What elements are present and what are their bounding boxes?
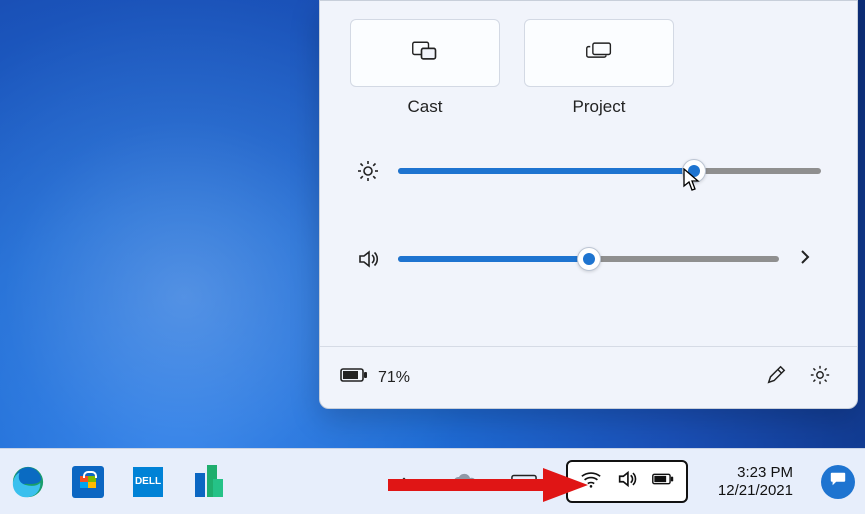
- brightness-slider[interactable]: [398, 168, 821, 174]
- brightness-thumb[interactable]: [682, 159, 706, 183]
- chat-icon: [829, 470, 847, 493]
- project-label: Project: [573, 97, 626, 117]
- clock[interactable]: 3:23 PM 12/21/2021: [718, 464, 793, 500]
- supportassist-taskbar-icon[interactable]: [190, 464, 226, 500]
- desktop: Cast Project 70: [0, 0, 865, 514]
- tray-chevron-up[interactable]: [386, 464, 422, 500]
- cast-button[interactable]: [350, 19, 500, 87]
- brightness-icon: [356, 159, 380, 183]
- system-tray-highlighted[interactable]: [566, 460, 688, 503]
- volume-thumb[interactable]: [577, 247, 601, 271]
- sound-tray-icon[interactable]: [616, 468, 638, 495]
- volume-slider-row: [356, 241, 821, 277]
- battery-icon: [340, 366, 368, 389]
- pencil-icon: [765, 364, 787, 391]
- cast-label: Cast: [408, 97, 443, 117]
- microsoft-store-taskbar-icon[interactable]: [70, 464, 106, 500]
- volume-slider[interactable]: [398, 256, 779, 262]
- edge-taskbar-icon[interactable]: [10, 464, 46, 500]
- onedrive-tray-icon[interactable]: [446, 464, 482, 500]
- quick-actions-row: Cast Project: [320, 1, 857, 117]
- project-icon: [585, 39, 613, 68]
- taskbar: DELL: [0, 448, 865, 514]
- sliders-area: [320, 117, 857, 307]
- cast-icon: [411, 39, 439, 68]
- brightness-slider-row: [356, 153, 821, 189]
- keyboard-tray-icon[interactable]: [506, 464, 542, 500]
- time-text: 3:23 PM: [718, 464, 793, 482]
- taskbar-center-icons: [386, 464, 542, 500]
- volume-flyout-button[interactable]: [797, 249, 821, 270]
- dell-taskbar-icon[interactable]: DELL: [130, 464, 166, 500]
- panel-footer: 71%: [320, 346, 857, 408]
- settings-button[interactable]: [803, 361, 837, 395]
- date-text: 12/21/2021: [718, 482, 793, 500]
- gear-icon: [809, 364, 831, 391]
- project-quick-action: Project: [524, 19, 674, 117]
- chat-taskbar-button[interactable]: [821, 465, 855, 499]
- cast-quick-action: Cast: [350, 19, 500, 117]
- battery-percent: 71%: [378, 369, 410, 387]
- wifi-tray-icon[interactable]: [580, 468, 602, 495]
- quick-settings-panel: Cast Project 70: [319, 0, 858, 409]
- volume-icon: [356, 247, 380, 271]
- project-button[interactable]: [524, 19, 674, 87]
- edit-quick-settings-button[interactable]: [759, 361, 793, 395]
- battery-tray-icon[interactable]: [652, 468, 674, 495]
